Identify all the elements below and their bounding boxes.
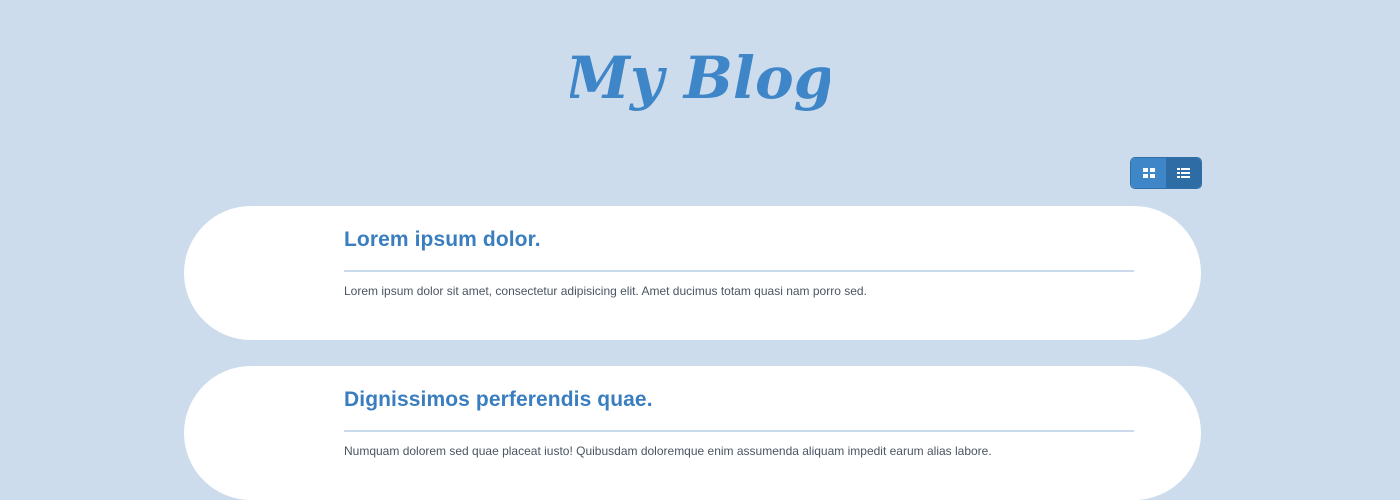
grid-view-button[interactable] xyxy=(1131,158,1166,188)
post-title[interactable]: Lorem ipsum dolor. xyxy=(344,228,541,252)
grid-icon xyxy=(1142,168,1155,178)
list-view-button[interactable] xyxy=(1166,158,1201,188)
logo-text: My Blog xyxy=(570,44,830,112)
post-divider xyxy=(344,270,1134,272)
post-card[interactable]: Lorem ipsum dolor. Lorem ipsum dolor sit… xyxy=(184,206,1201,340)
post-excerpt: Numquam dolorem sed quae placeat iusto! … xyxy=(344,444,992,458)
post-excerpt: Lorem ipsum dolor sit amet, consectetur … xyxy=(344,284,867,298)
list-icon xyxy=(1177,168,1190,178)
post-divider xyxy=(344,430,1134,432)
post-title[interactable]: Dignissimos perferendis quae. xyxy=(344,388,653,412)
blog-logo: My Blog xyxy=(0,30,1400,140)
post-card[interactable]: Dignissimos perferendis quae. Numquam do… xyxy=(184,366,1201,500)
view-toggle xyxy=(1131,158,1201,188)
